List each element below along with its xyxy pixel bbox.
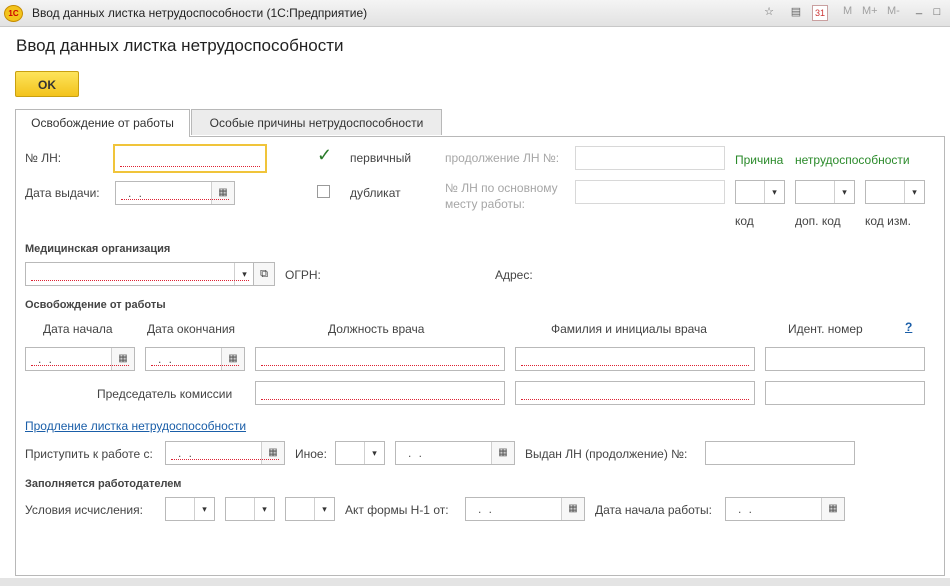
- condition-1-select[interactable]: ▾: [165, 497, 215, 521]
- calendar-icon[interactable]: ▦: [821, 498, 844, 520]
- minimize-icon[interactable]: _: [912, 2, 926, 16]
- release-start-date-input[interactable]: . . ▦: [25, 347, 135, 371]
- page-title: Ввод данных листка нетрудоспособности: [16, 36, 344, 55]
- code-label: код: [735, 214, 754, 228]
- primary-checkbox[interactable]: ✓: [317, 146, 332, 164]
- extra-code-label: доп. код: [795, 214, 841, 228]
- calendar-icon[interactable]: ▦: [111, 348, 134, 370]
- employer-title: Заполняется работодателем: [25, 478, 182, 490]
- app-logo: 1С: [4, 5, 23, 22]
- restore-icon[interactable]: □: [930, 5, 944, 19]
- ident-number-input[interactable]: [765, 347, 925, 371]
- ln-number-label: № ЛН:: [25, 151, 62, 165]
- act-label: Акт формы Н-1 от:: [345, 503, 449, 517]
- issue-date-value: . .: [128, 186, 145, 200]
- col-doctor-position: Должность врача: [328, 322, 425, 336]
- condition-3-select[interactable]: ▾: [285, 497, 335, 521]
- check-icon: ✓: [317, 145, 333, 165]
- calendar-icon[interactable]: ▦: [561, 498, 584, 520]
- start-work-date-input[interactable]: . . ▦: [725, 497, 845, 521]
- calendar-icon[interactable]: ▦: [261, 442, 284, 464]
- reason-extra-code-select[interactable]: ▾: [795, 180, 855, 204]
- chevron-down-icon[interactable]: ▾: [364, 442, 384, 464]
- ogrn-label: ОГРН:: [285, 268, 321, 282]
- release-title: Освобождение от работы: [25, 299, 166, 311]
- duplicate-checkbox[interactable]: [317, 185, 330, 198]
- start-work-label: Дата начала работы:: [595, 503, 712, 517]
- extension-link[interactable]: Продление листка нетрудоспособности: [25, 419, 246, 433]
- other-select[interactable]: ▾: [335, 441, 385, 465]
- other-date-input[interactable]: . . ▦: [395, 441, 515, 465]
- doctor-name-input[interactable]: [515, 347, 755, 371]
- address-label: Адрес:: [495, 268, 533, 282]
- memory-m-button[interactable]: M: [843, 5, 852, 17]
- release-start-date-value: . .: [38, 352, 55, 366]
- main-place-label-2: месту работы:: [445, 197, 525, 211]
- chevron-down-icon[interactable]: ▾: [834, 181, 854, 203]
- issued-continuation-input[interactable]: [705, 441, 855, 465]
- chairman-label: Председатель комиссии: [97, 387, 233, 401]
- chevron-down-icon[interactable]: ▾: [234, 263, 254, 285]
- act-date-input[interactable]: . . ▦: [465, 497, 585, 521]
- return-to-work-input[interactable]: . . ▦: [165, 441, 285, 465]
- main-place-input[interactable]: [575, 180, 725, 204]
- doctor-position-input[interactable]: [255, 347, 505, 371]
- ln-number-input[interactable]: [113, 144, 267, 173]
- duplicate-label: дубликат: [350, 186, 401, 200]
- col-doctor-name: Фамилия и инициалы врача: [551, 322, 707, 336]
- chevron-down-icon[interactable]: ▾: [194, 498, 214, 520]
- chevron-down-icon[interactable]: ▾: [314, 498, 334, 520]
- col-end-date: Дата окончания: [147, 322, 236, 336]
- release-end-date-value: . .: [158, 352, 175, 366]
- chairman-name-input[interactable]: [515, 381, 755, 405]
- release-end-date-input[interactable]: . . ▦: [145, 347, 245, 371]
- reason-label-2: нетрудоспособности: [795, 153, 910, 167]
- chairman-position-input[interactable]: [255, 381, 505, 405]
- reason-label-1: Причина: [735, 153, 784, 167]
- help-link[interactable]: ?: [905, 320, 912, 334]
- col-ident-number: Идент. номер: [788, 322, 863, 336]
- chevron-down-icon[interactable]: ▾: [764, 181, 784, 203]
- issue-date-input[interactable]: . . ▦: [115, 181, 235, 205]
- issue-date-label: Дата выдачи:: [25, 186, 100, 200]
- status-bar: [0, 578, 950, 586]
- chairman-ident-input[interactable]: [765, 381, 925, 405]
- other-label: Иное:: [295, 447, 327, 461]
- main-place-label-1: № ЛН по основному: [445, 181, 558, 195]
- calendar-icon[interactable]: ▦: [491, 442, 514, 464]
- window-title: Ввод данных листка нетрудоспособности (1…: [32, 6, 368, 20]
- memory-plus-button[interactable]: M+: [862, 5, 878, 17]
- issued-continuation-label: Выдан ЛН (продолжение) №:: [525, 447, 688, 461]
- memory-minus-button[interactable]: M-: [887, 5, 900, 17]
- calendar-icon[interactable]: ▦: [221, 348, 244, 370]
- conditions-label: Условия исчисления:: [25, 503, 143, 517]
- medical-org-title: Медицинская организация: [25, 243, 171, 255]
- condition-2-select[interactable]: ▾: [225, 497, 275, 521]
- chevron-down-icon[interactable]: ▾: [904, 181, 924, 203]
- open-icon[interactable]: ⧉: [253, 262, 275, 286]
- reason-code-change-select[interactable]: ▾: [865, 180, 925, 204]
- calculator-icon[interactable]: ▤: [789, 5, 803, 19]
- continuation-label: продолжение ЛН №:: [445, 151, 560, 165]
- calendar-icon[interactable]: ▦: [211, 182, 234, 204]
- code-change-label: код изм.: [865, 214, 911, 228]
- calendar-31-icon[interactable]: 31: [812, 5, 828, 21]
- start-work-date-value: . .: [738, 502, 755, 516]
- return-to-work-value: . .: [178, 446, 195, 460]
- ok-button[interactable]: OK: [15, 71, 79, 97]
- return-to-work-label: Приступить к работе с:: [25, 447, 153, 461]
- col-start-date: Дата начала: [43, 322, 113, 336]
- favorite-star-icon[interactable]: ☆: [762, 5, 776, 19]
- medical-org-select[interactable]: ▾: [25, 262, 255, 286]
- other-date-value: . .: [408, 446, 425, 460]
- tab-release[interactable]: Освобождение от работы: [15, 109, 190, 137]
- chevron-down-icon[interactable]: ▾: [254, 498, 274, 520]
- continuation-input[interactable]: [575, 146, 725, 170]
- act-date-value: . .: [478, 502, 495, 516]
- tab-special-reasons[interactable]: Особые причины нетрудоспособности: [191, 109, 442, 135]
- primary-label: первичный: [350, 151, 412, 165]
- reason-code-select[interactable]: ▾: [735, 180, 785, 204]
